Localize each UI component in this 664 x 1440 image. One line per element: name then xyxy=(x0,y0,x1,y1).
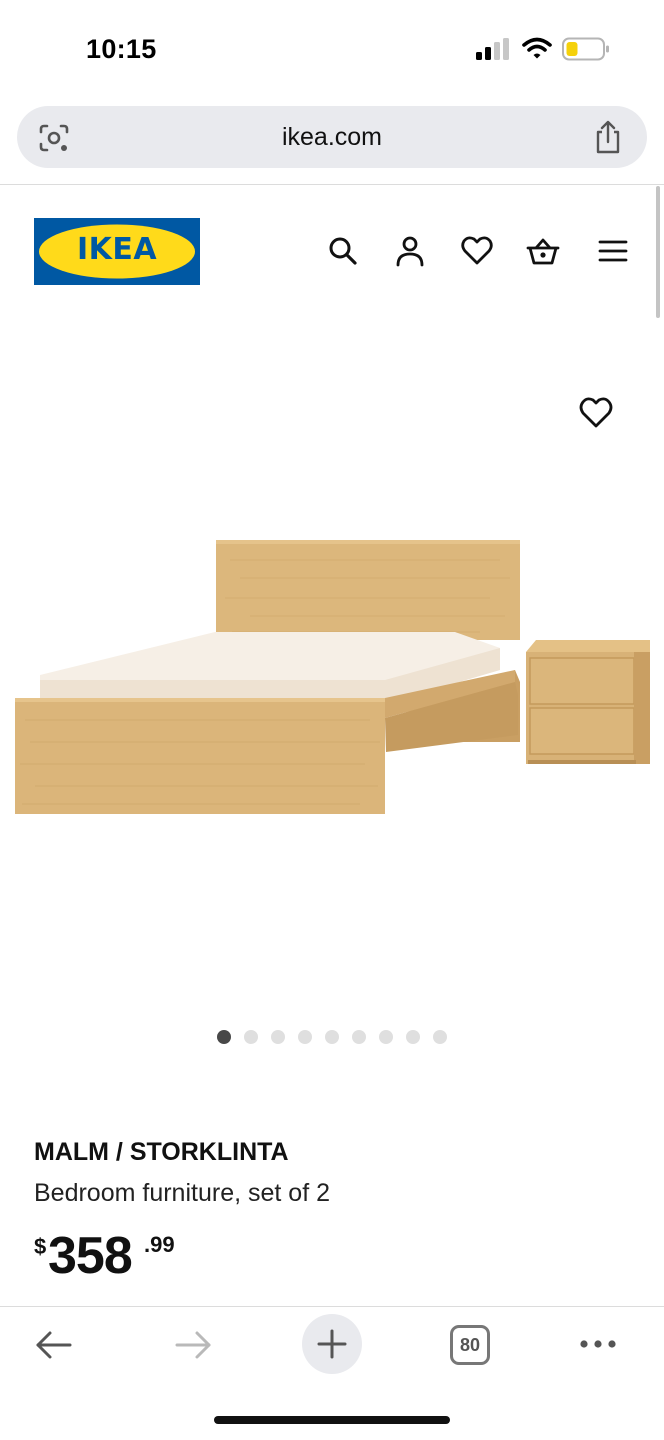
gallery-dot[interactable] xyxy=(271,1030,285,1044)
gallery-dot[interactable] xyxy=(379,1030,393,1044)
price-cents: .99 xyxy=(144,1232,175,1257)
status-bar: 10:15 xyxy=(0,0,664,96)
gallery-dot[interactable] xyxy=(217,1030,231,1044)
share-icon[interactable] xyxy=(593,120,623,154)
tab-count: 80 xyxy=(459,1335,481,1355)
product-description: Bedroom furniture, set of 2 xyxy=(34,1179,330,1207)
gallery-dot[interactable] xyxy=(433,1030,447,1044)
forward-arrow-icon[interactable] xyxy=(173,1328,213,1362)
basket-icon[interactable] xyxy=(526,234,560,268)
logo-text: IKEA xyxy=(76,232,158,267)
gallery-dot[interactable] xyxy=(406,1030,420,1044)
url-text[interactable]: ikea.com xyxy=(17,123,647,152)
status-time: 10:15 xyxy=(86,34,157,64)
product-name: MALM / STORKLINTA xyxy=(34,1138,289,1166)
wifi-icon xyxy=(522,37,552,59)
price-integer: 358 xyxy=(48,1227,133,1285)
heart-icon[interactable] xyxy=(460,234,494,268)
menu-icon[interactable] xyxy=(596,234,630,268)
tabs-button[interactable]: 80 xyxy=(450,1325,490,1365)
address-bar[interactable]: ikea.com xyxy=(17,106,647,168)
gallery-dot[interactable] xyxy=(325,1030,339,1044)
price-currency: $ xyxy=(34,1234,47,1259)
back-arrow-icon[interactable] xyxy=(34,1328,74,1362)
browser-divider xyxy=(0,184,664,185)
more-icon[interactable] xyxy=(578,1334,618,1354)
gallery-dot[interactable] xyxy=(244,1030,258,1044)
battery-icon xyxy=(562,37,609,61)
plus-icon xyxy=(317,1329,347,1359)
gallery-pagination[interactable] xyxy=(217,1030,447,1044)
gallery-dot[interactable] xyxy=(352,1030,366,1044)
search-icon[interactable] xyxy=(326,234,360,268)
cellular-signal-icon xyxy=(476,38,509,60)
new-tab-button[interactable] xyxy=(302,1314,362,1374)
toolbar-divider xyxy=(0,1306,664,1307)
profile-icon[interactable] xyxy=(393,234,427,268)
gallery-dot[interactable] xyxy=(298,1030,312,1044)
ikea-logo[interactable]: IKEA xyxy=(34,218,200,285)
home-indicator xyxy=(214,1416,450,1424)
favorite-heart-icon[interactable] xyxy=(578,396,614,430)
scrollbar-thumb[interactable] xyxy=(656,186,660,318)
product-image[interactable] xyxy=(0,520,664,830)
